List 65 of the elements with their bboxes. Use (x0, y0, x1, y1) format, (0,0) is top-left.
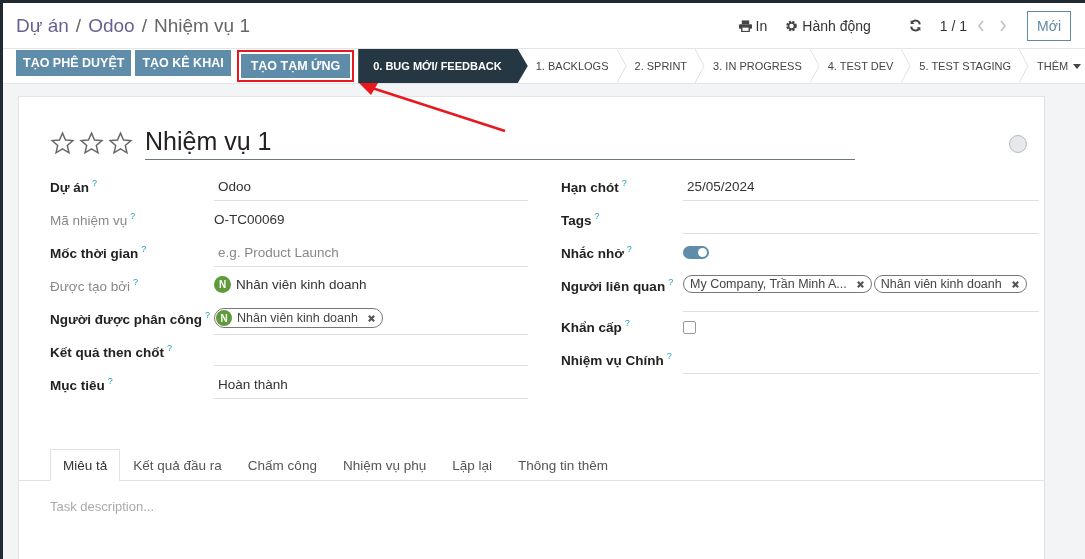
field-label: Người được phân công (50, 311, 202, 327)
stage-button[interactable]: 4. TEST DEV (819, 49, 902, 83)
next-icon[interactable] (999, 19, 1008, 32)
input-field[interactable]: 25/05/2024 (683, 172, 1039, 201)
print-button[interactable]: In (738, 17, 768, 34)
breadcrumb-separator: / (75, 14, 82, 37)
tag-label: Nhân viên kinh doanh (237, 311, 358, 325)
stage-button[interactable]: 1. BACKLOGS (527, 49, 617, 83)
more-stages-button[interactable]: THÊM (1029, 49, 1085, 83)
field-label: Nhiệm vụ Chính (561, 352, 664, 368)
field-label: Mục tiêu (50, 377, 105, 393)
field-value[interactable]: Nhân viên kinh doanh (236, 277, 367, 292)
tags-field[interactable]: N Nhân viên kinh doanh (214, 304, 528, 335)
field-label: Dự án (50, 179, 90, 195)
tab[interactable]: Lặp lại (439, 449, 505, 481)
priority-stars[interactable] (50, 131, 133, 156)
input-field[interactable]: Odoo (214, 172, 528, 201)
remove-icon[interactable] (366, 313, 376, 323)
gear-icon (785, 19, 799, 32)
status-circle[interactable] (1009, 134, 1027, 153)
pager-value: 1 / 1 (939, 17, 968, 34)
refresh-icon[interactable] (908, 19, 922, 32)
avatar: N (216, 310, 232, 326)
breadcrumb-separator: / (141, 14, 147, 37)
tab[interactable]: Nhiệm vụ phụ (329, 449, 440, 481)
breadcrumb-link[interactable]: Dự án (16, 14, 69, 37)
remove-icon[interactable] (1010, 279, 1020, 289)
remove-icon[interactable] (855, 279, 865, 289)
avatar: N (214, 276, 231, 293)
printer-icon (738, 19, 752, 32)
action-menu-button[interactable]: Hành động (785, 17, 871, 34)
breadcrumb-link[interactable]: Odoo (88, 14, 135, 37)
field-value: O-TC00069 (214, 211, 286, 227)
action-button[interactable]: TẠO PHÊ DUYỆT (16, 50, 132, 76)
toggle-switch[interactable] (683, 246, 709, 259)
tag-label: Nhân viên kinh doanh (880, 277, 1002, 291)
field-label: Hạn chót (561, 179, 619, 195)
breadcrumb-current: Nhiệm vụ 1 (153, 14, 250, 37)
field-label: Kết quả then chốt (50, 344, 164, 360)
field-label: Tags (561, 212, 592, 228)
field-label: Người liên quan (561, 278, 666, 294)
field-label: Mã nhiệm vụ (50, 212, 128, 228)
tab[interactable]: Thông tin thêm (505, 449, 622, 481)
action-button[interactable]: TẠO TẠM ỨNG (236, 50, 355, 82)
tag-label: My Company, Trần Minh A... (690, 277, 847, 291)
field-label: Nhắc nhở (561, 245, 624, 261)
caret-icon (1073, 63, 1082, 69)
input-field[interactable]: Hoàn thành (214, 370, 528, 399)
tags-field[interactable]: My Company, Trần Minh A... Nhân viên kinh doanh (683, 271, 1039, 312)
tab[interactable]: Kết quả đầu ra (120, 449, 235, 481)
task-title-field[interactable]: Nhiệm vụ 1 (145, 127, 855, 160)
field-label: Khẩn cấp (561, 319, 622, 335)
stage-button[interactable]: 2. SPRINT (626, 49, 696, 83)
stage-button[interactable]: 3. IN PROGRESS (705, 49, 810, 83)
previous-icon[interactable] (977, 19, 986, 32)
tab[interactable]: Miêu tả (50, 449, 121, 481)
new-button[interactable]: Mới (1027, 10, 1071, 41)
field-label: Mốc thời gian (50, 245, 139, 261)
field-label: Được tạo bởi (50, 278, 131, 294)
checkbox[interactable] (683, 321, 696, 334)
tab[interactable]: Chấm công (234, 449, 330, 481)
input-field[interactable]: e.g. Product Launch (214, 238, 528, 267)
action-button[interactable]: TẠO KÊ KHAI (135, 50, 231, 76)
stage-button[interactable]: 5. TEST STAGING (911, 49, 1020, 83)
stage-button[interactable]: 0. BUG MỚI/ FEEDBACK (358, 49, 528, 83)
